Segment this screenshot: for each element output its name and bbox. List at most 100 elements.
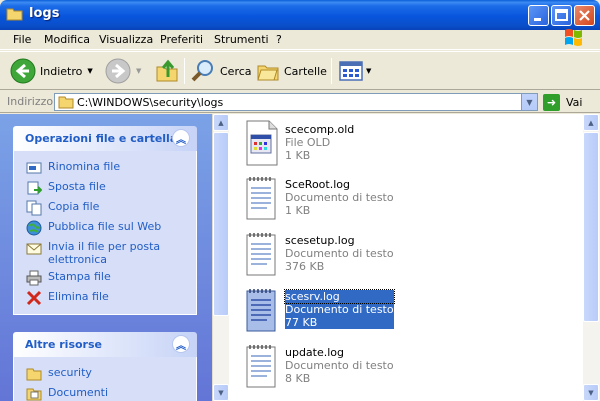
place-label: security bbox=[48, 366, 92, 379]
address-bar: Indirizzo C:\WINDOWS\security\logs ▼ ➜ V… bbox=[0, 91, 600, 113]
address-input[interactable]: C:\WINDOWS\security\logs ▼ bbox=[54, 93, 538, 111]
delete-icon bbox=[26, 290, 42, 306]
rename-icon bbox=[26, 162, 42, 174]
file-size: 1 KB bbox=[285, 149, 311, 162]
task-pane: Operazioni file e cartella ︽ Rinomina fi… bbox=[0, 114, 212, 401]
printer-icon bbox=[26, 270, 42, 286]
move-icon bbox=[27, 181, 42, 195]
task-copy[interactable]: Copia file bbox=[14, 198, 196, 218]
file-size: 8 KB bbox=[285, 372, 311, 385]
up-folder-button[interactable] bbox=[154, 56, 180, 86]
back-label: Indietro bbox=[40, 64, 83, 78]
task-label: Rinomina file bbox=[48, 160, 121, 173]
menu-strumenti[interactable]: Strumenti bbox=[214, 32, 269, 48]
file-tasks-body: Rinomina file Sposta file Copia file Pub… bbox=[13, 151, 197, 315]
file-type: Documento di testo bbox=[285, 191, 394, 204]
folders-button[interactable]: Cartelle bbox=[256, 56, 327, 86]
file-type: File OLD bbox=[285, 136, 331, 149]
scrollbar-thumb[interactable] bbox=[213, 132, 229, 316]
menu-preferiti[interactable]: Preferiti bbox=[160, 32, 203, 48]
text-document-icon bbox=[246, 345, 276, 388]
task-print[interactable]: Stampa file bbox=[14, 268, 196, 288]
other-places-header[interactable]: Altre risorse ︽ bbox=[13, 332, 197, 357]
file-text: scecomp.old File OLD 1 KB bbox=[285, 123, 354, 162]
task-label: Copia file bbox=[48, 200, 100, 213]
go-label: Vai bbox=[566, 95, 583, 109]
old-file-icon bbox=[246, 120, 278, 166]
text-document-icon bbox=[246, 177, 276, 220]
up-folder-icon bbox=[156, 59, 178, 82]
go-arrow-icon: ➜ bbox=[543, 93, 560, 111]
file-type: Documento di testo bbox=[285, 247, 394, 260]
task-rename[interactable]: Rinomina file bbox=[14, 158, 196, 178]
file-list: scecomp.old File OLD 1 KB SceRoot.log Do… bbox=[229, 114, 600, 401]
place-security[interactable]: security bbox=[14, 364, 196, 384]
close-button[interactable] bbox=[574, 5, 595, 26]
back-button[interactable]: Indietro ▼ bbox=[10, 56, 93, 86]
file-tasks-title: Operazioni file e cartella bbox=[25, 132, 178, 145]
file-type: Documento di testo bbox=[285, 303, 394, 316]
menu-file[interactable]: File bbox=[13, 32, 31, 48]
task-label: Invia il file per posta elettronica bbox=[48, 240, 161, 266]
file-text: scesrv.log Documento di testo 77 KB bbox=[284, 289, 395, 329]
toolbar-separator bbox=[331, 58, 332, 84]
file-item[interactable]: scesetup.log Documento di testo 376 KB bbox=[237, 228, 597, 284]
text-document-icon bbox=[246, 233, 276, 276]
task-label: Pubblica file sul Web bbox=[48, 220, 162, 233]
task-move[interactable]: Sposta file bbox=[14, 178, 196, 198]
menu-modifica[interactable]: Modifica bbox=[44, 32, 90, 48]
forward-dropdown-icon[interactable]: ▼ bbox=[136, 67, 141, 75]
minimize-button[interactable] bbox=[528, 5, 549, 26]
file-item[interactable]: SceRoot.log Documento di testo 1 KB bbox=[237, 172, 597, 228]
collapse-chevron-icon[interactable]: ︽ bbox=[172, 129, 190, 147]
forward-button[interactable]: ▼ bbox=[105, 56, 141, 86]
maximize-icon bbox=[555, 9, 568, 21]
task-pane-scrollbar[interactable]: ▲ ▼ bbox=[212, 114, 229, 401]
title-bar[interactable]: logs bbox=[0, 0, 600, 30]
other-places-panel: Altre risorse ︽ security Documenti bbox=[13, 332, 197, 401]
text-document-icon bbox=[246, 289, 276, 332]
minimize-icon bbox=[534, 18, 541, 21]
views-dropdown-icon[interactable]: ▼ bbox=[366, 67, 371, 75]
back-arrow-icon bbox=[10, 58, 36, 84]
file-name: update.log bbox=[285, 346, 345, 359]
search-button[interactable]: Cerca bbox=[190, 56, 252, 86]
scrollbar-thumb[interactable] bbox=[583, 132, 599, 322]
collapse-chevron-icon[interactable]: ︽ bbox=[172, 335, 190, 353]
address-dropdown-icon[interactable]: ▼ bbox=[521, 94, 537, 110]
documents-icon bbox=[26, 388, 42, 401]
file-text: update.log Documento di testo 8 KB bbox=[285, 346, 394, 385]
maximize-button[interactable] bbox=[551, 5, 572, 26]
email-icon bbox=[26, 243, 42, 255]
menu-help[interactable]: ? bbox=[276, 32, 282, 48]
close-icon bbox=[579, 10, 590, 21]
file-item[interactable]: scecomp.old File OLD 1 KB bbox=[237, 117, 597, 173]
file-name: scesrv.log bbox=[284, 289, 395, 304]
file-tasks-panel: Operazioni file e cartella ︽ Rinomina fi… bbox=[13, 126, 197, 315]
task-email[interactable]: Invia il file per posta elettronica bbox=[14, 238, 196, 268]
back-dropdown-icon[interactable]: ▼ bbox=[87, 67, 92, 75]
task-label: Elimina file bbox=[48, 290, 109, 303]
scroll-down-icon[interactable]: ▼ bbox=[583, 384, 599, 401]
menu-visualizza[interactable]: Visualizza bbox=[99, 32, 153, 48]
file-size: 1 KB bbox=[285, 204, 311, 217]
task-label: Sposta file bbox=[48, 180, 106, 193]
folders-icon bbox=[257, 65, 279, 81]
window-title: logs bbox=[29, 6, 60, 21]
file-list-scrollbar[interactable]: ▲ ▼ bbox=[583, 114, 600, 401]
file-item[interactable]: update.log Documento di testo 8 KB bbox=[237, 340, 597, 396]
file-tasks-header[interactable]: Operazioni file e cartella ︽ bbox=[13, 126, 197, 151]
scroll-up-icon[interactable]: ▲ bbox=[583, 114, 599, 131]
task-publish-web[interactable]: Pubblica file sul Web bbox=[14, 218, 196, 238]
task-delete[interactable]: Elimina file bbox=[14, 288, 196, 308]
scroll-down-icon[interactable]: ▼ bbox=[213, 384, 229, 401]
place-documents[interactable]: Documenti bbox=[14, 384, 196, 401]
file-name: SceRoot.log bbox=[285, 178, 350, 191]
other-places-title: Altre risorse bbox=[25, 338, 102, 351]
file-size: 376 KB bbox=[285, 260, 325, 273]
scroll-up-icon[interactable]: ▲ bbox=[213, 114, 229, 131]
views-button[interactable]: ▼ bbox=[338, 56, 371, 86]
go-button[interactable]: ➜ Vai bbox=[543, 93, 582, 111]
file-item-selected[interactable]: scesrv.log Documento di testo 77 KB bbox=[237, 284, 597, 340]
web-publish-icon bbox=[26, 220, 42, 236]
